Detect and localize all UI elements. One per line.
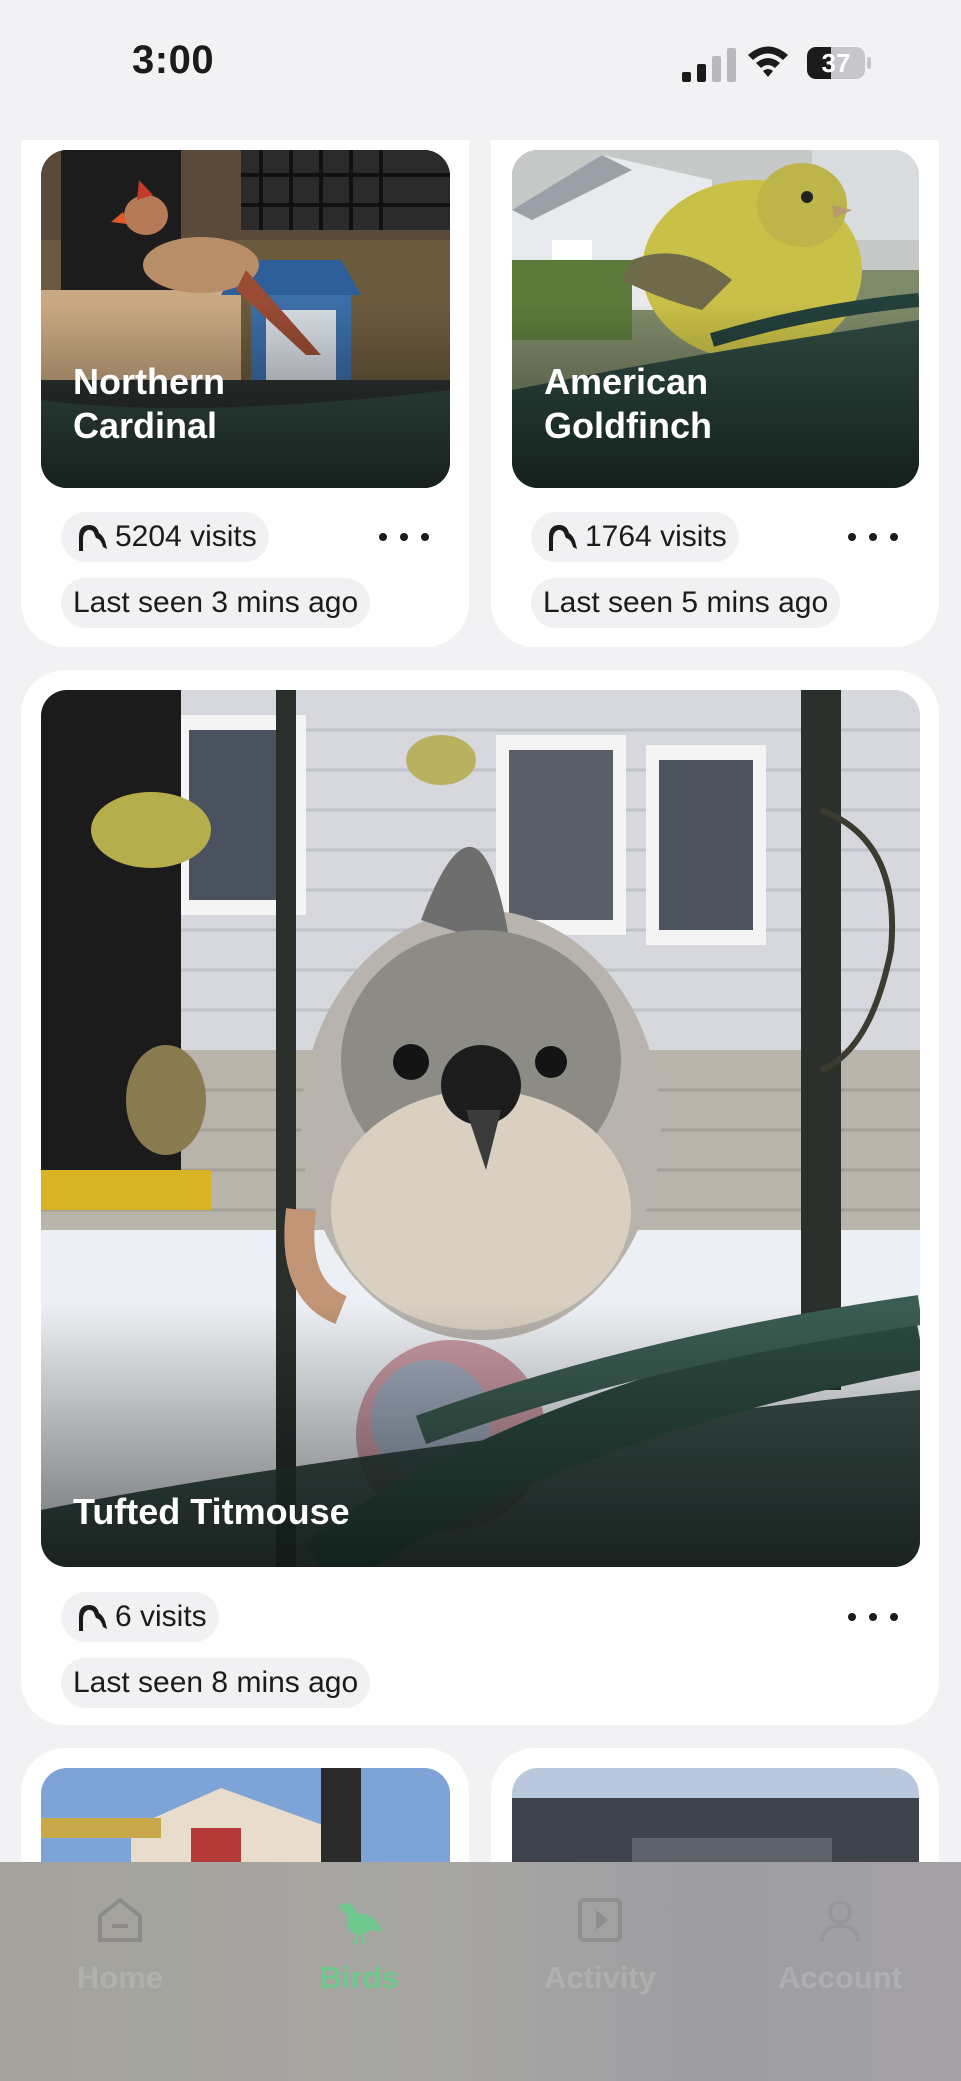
tab-label: Activity bbox=[544, 1960, 656, 1995]
bird-card-tufted-titmouse[interactable]: Tufted Titmouse 6 visits Last seen 8 min… bbox=[21, 670, 939, 1725]
bird-visit-icon bbox=[79, 525, 107, 551]
more-options-button[interactable] bbox=[848, 522, 898, 552]
bird-visit-icon bbox=[549, 525, 577, 551]
tab-label: Account bbox=[778, 1960, 902, 1995]
tab-label: Birds bbox=[319, 1960, 399, 1995]
home-icon bbox=[98, 1897, 142, 1942]
cellular-signal-icon bbox=[682, 48, 736, 82]
bird-card-northern-cardinal[interactable]: Northern Cardinal 5204 visits Last seen … bbox=[21, 100, 469, 647]
status-time: 3:00 bbox=[132, 38, 215, 82]
bird-photo[interactable]: American Goldfinch bbox=[512, 150, 919, 488]
wifi-icon bbox=[748, 46, 788, 77]
tab-home[interactable]: Home bbox=[20, 1892, 220, 2012]
bird-icon bbox=[339, 1903, 383, 1945]
bird-photo[interactable]: Northern Cardinal bbox=[41, 150, 450, 488]
last-seen-badge: Last seen 3 mins ago bbox=[61, 578, 371, 628]
bird-name: Tufted Titmouse bbox=[73, 1491, 350, 1532]
bird-name: American Goldfinch bbox=[544, 361, 712, 446]
bird-visit-icon bbox=[79, 1605, 107, 1631]
tab-label: Home bbox=[76, 1960, 164, 1995]
last-seen-badge: Last seen 8 mins ago bbox=[61, 1658, 371, 1708]
visits-badge: 1764 visits bbox=[531, 512, 739, 562]
visits-badge: 5204 visits bbox=[61, 512, 269, 562]
more-options-button[interactable] bbox=[379, 522, 429, 552]
tab-birds[interactable]: Birds bbox=[259, 1892, 459, 2012]
bird-name: Northern Cardinal bbox=[73, 361, 225, 446]
tab-bar: Home Birds Activity Account bbox=[0, 1862, 961, 2081]
tab-activity[interactable]: Activity bbox=[500, 1892, 700, 2012]
account-icon bbox=[820, 1900, 860, 1943]
battery-level: 37 bbox=[821, 48, 851, 78]
tab-account[interactable]: Account bbox=[740, 1892, 940, 2012]
status-bar: 3:00 37 bbox=[0, 0, 961, 140]
activity-icon bbox=[578, 1898, 622, 1942]
last-seen-badge: Last seen 5 mins ago bbox=[531, 578, 841, 628]
more-options-button[interactable] bbox=[848, 1602, 898, 1632]
bird-photo[interactable]: Tufted Titmouse bbox=[41, 690, 920, 1567]
battery-icon: 37 bbox=[806, 46, 872, 80]
visits-badge: 6 visits bbox=[61, 1592, 219, 1642]
bird-card-american-goldfinch[interactable]: American Goldfinch 1764 visits Last seen… bbox=[491, 100, 939, 647]
